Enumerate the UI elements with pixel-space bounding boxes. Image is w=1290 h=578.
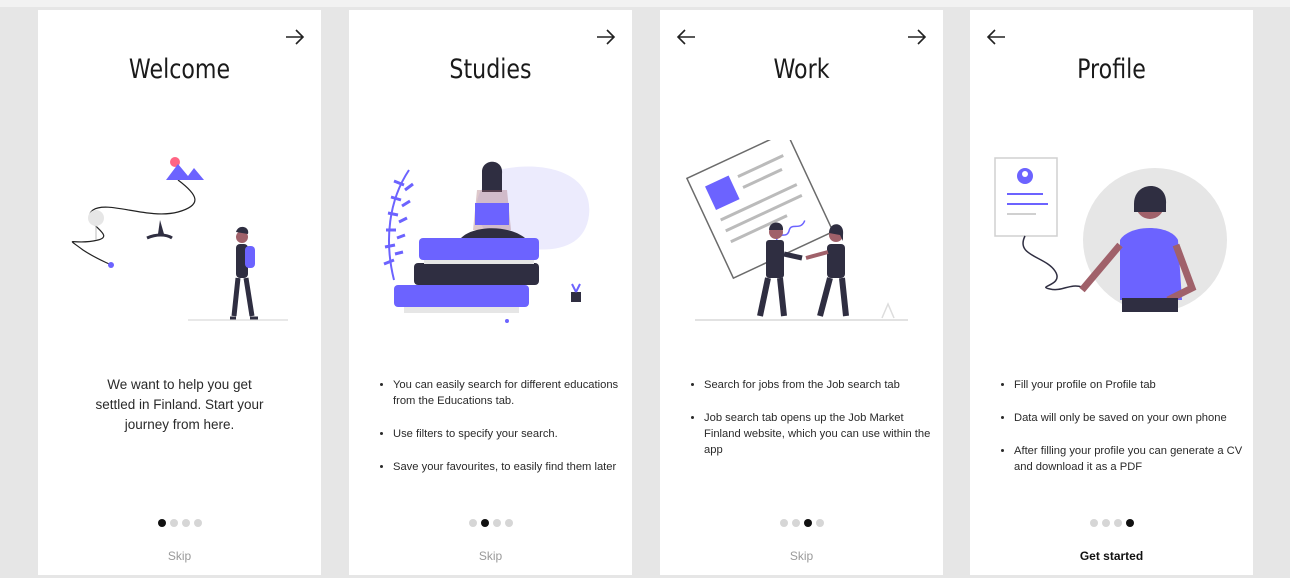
skip-button[interactable]: Skip [38,549,321,563]
next-arrow-icon[interactable] [594,25,618,49]
feature-list: You can easily search for different educ… [379,377,623,492]
onboarding-screen-studies: Studies You can easily search for differ… [349,10,632,575]
top-divider [0,0,1290,7]
list-item: Job search tab opens up the Job Market F… [704,410,934,458]
page-title: Work [773,54,830,85]
feature-list: Search for jobs from the Job search tab … [690,377,934,475]
onboarding-screen-work: Work Search for jobs from the Job search… [660,10,943,575]
page-dot-1[interactable] [157,519,166,527]
list-item: Data will only be saved on your own phon… [1014,410,1244,426]
welcome-description: We want to help you get settled in Finla… [95,377,264,432]
list-item: Save your favourites, to easily find the… [393,459,623,475]
skip-button[interactable]: Skip [660,549,943,563]
page-dot-4[interactable] [1125,519,1134,527]
page-dot-3[interactable] [1113,519,1122,527]
get-started-button[interactable]: Get started [970,549,1253,563]
list-item: You can easily search for different educ… [393,377,623,409]
pagination-dots [38,519,321,527]
page-title: Profile [1077,54,1146,85]
page-dot-1[interactable] [468,519,477,527]
list-item: Use filters to specify your search. [393,426,623,442]
reading-books-icon [383,161,590,323]
next-arrow-icon[interactable] [905,25,929,49]
page-dot-3[interactable] [181,519,190,527]
pagination-dots [349,519,632,527]
back-arrow-icon[interactable] [984,25,1008,49]
handshake-contract-icon [685,140,908,321]
list-item: Fill your profile on Profile tab [1014,377,1244,393]
page-dot-4[interactable] [815,519,824,527]
page-title: Studies [449,54,532,85]
skip-button[interactable]: Skip [349,549,632,563]
page-dot-3[interactable] [803,519,812,527]
pagination-dots [970,519,1253,527]
list-item: After filling your profile you can gener… [1014,443,1244,475]
back-arrow-icon[interactable] [674,25,698,49]
page-title: Welcome [128,54,231,85]
list-item: Search for jobs from the Job search tab [704,377,934,393]
traveler-icon [71,157,288,321]
page-dot-4[interactable] [504,519,513,527]
profile-card-icon [994,157,1227,312]
page-dot-2[interactable] [791,519,800,527]
feature-list: Fill your profile on Profile tab Data wi… [1000,377,1244,492]
page-dot-2[interactable] [1101,519,1110,527]
next-arrow-icon[interactable] [283,25,307,49]
pagination-dots [660,519,943,527]
page-dot-1[interactable] [1089,519,1098,527]
page-dot-3[interactable] [492,519,501,527]
page-dot-4[interactable] [193,519,202,527]
onboarding-screen-welcome: Welcome We want to help you get settled … [38,10,321,575]
page-dot-2[interactable] [169,519,178,527]
onboarding-screen-profile: Profile Fill your profile on Profile tab… [970,10,1253,575]
page-dot-1[interactable] [779,519,788,527]
page-dot-2[interactable] [480,519,489,527]
